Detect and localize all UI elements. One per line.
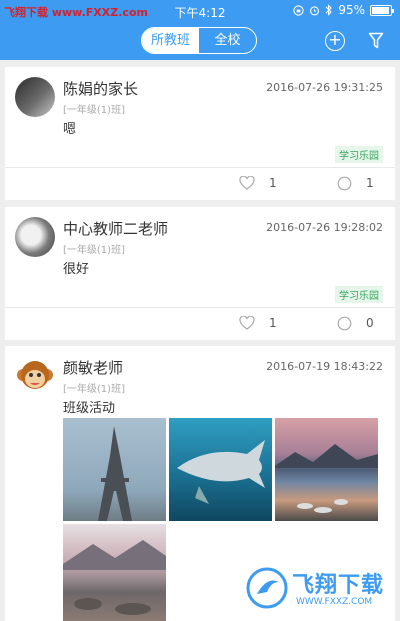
avatar[interactable] bbox=[15, 217, 55, 257]
post-timestamp: 2016-07-26 19:31:25 bbox=[266, 81, 383, 94]
comment-icon[interactable] bbox=[337, 176, 352, 191]
status-bar: 飞翔下载 www.FXXZ.com 下午4:12 95% bbox=[0, 0, 400, 22]
eiffel-tower-photo[interactable] bbox=[63, 418, 166, 521]
avatar[interactable] bbox=[15, 77, 55, 117]
like-count: 1 bbox=[269, 316, 277, 330]
divider bbox=[5, 167, 395, 168]
post-content: 班级活动 bbox=[63, 401, 116, 416]
shark-photo[interactable] bbox=[169, 418, 272, 521]
post-timestamp: 2016-07-26 19:28:02 bbox=[266, 221, 383, 234]
bluetooth-icon bbox=[325, 4, 333, 16]
heart-icon[interactable] bbox=[239, 176, 255, 190]
post-content: 很好 bbox=[63, 262, 90, 277]
class-scope-toggle: 所教班 全校 bbox=[141, 27, 257, 54]
tab-my-classes[interactable]: 所教班 bbox=[142, 28, 199, 53]
watermark-text: 飞翔下载 bbox=[292, 573, 385, 598]
watermark-url: WWW.FXXZ.COM bbox=[296, 597, 373, 607]
comment-icon[interactable] bbox=[337, 316, 352, 331]
post-author[interactable]: 颜敏老师 bbox=[63, 357, 123, 378]
post-class: [一年级(1)班] bbox=[63, 245, 125, 256]
post-card: 陈娟的家长 2016-07-26 19:31:25 [一年级(1)班] 嗯 学习… bbox=[5, 67, 395, 200]
battery-fill bbox=[372, 6, 390, 14]
comment-count: 0 bbox=[366, 316, 374, 330]
filter-icon[interactable] bbox=[368, 32, 384, 50]
watermark-logo-icon bbox=[246, 567, 288, 609]
lock-rotation-icon bbox=[293, 4, 304, 16]
divider bbox=[5, 307, 395, 308]
monkey-avatar-icon bbox=[17, 361, 53, 389]
comment-count: 1 bbox=[366, 176, 374, 190]
nav-bar: 所教班 全校 + bbox=[0, 22, 400, 60]
watermark: 飞翔下载 WWW.FXXZ.COM bbox=[244, 561, 394, 617]
battery-percent: 95% bbox=[338, 3, 365, 17]
lake-sunset-photo[interactable] bbox=[275, 418, 378, 521]
avatar[interactable] bbox=[15, 356, 55, 396]
heart-icon[interactable] bbox=[239, 316, 255, 330]
post-class: [一年级(1)班] bbox=[63, 384, 125, 395]
battery-icon bbox=[370, 4, 394, 16]
post-class: [一年级(1)班] bbox=[63, 105, 125, 116]
post-author[interactable]: 陈娟的家长 bbox=[63, 78, 138, 99]
post-author[interactable]: 中心教师二老师 bbox=[63, 218, 168, 239]
post-tag[interactable]: 学习乐园 bbox=[335, 146, 383, 163]
add-icon[interactable]: + bbox=[325, 31, 345, 51]
post-content: 嗯 bbox=[63, 122, 77, 137]
alarm-icon bbox=[310, 6, 320, 16]
post-tag[interactable]: 学习乐园 bbox=[335, 286, 383, 303]
like-count: 1 bbox=[269, 176, 277, 190]
mountain-lake-photo[interactable] bbox=[63, 524, 166, 621]
post-card: 中心教师二老师 2016-07-26 19:28:02 [一年级(1)班] 很好… bbox=[5, 207, 395, 340]
post-timestamp: 2016-07-19 18:43:22 bbox=[266, 360, 383, 373]
tab-whole-school[interactable]: 全校 bbox=[199, 28, 256, 53]
